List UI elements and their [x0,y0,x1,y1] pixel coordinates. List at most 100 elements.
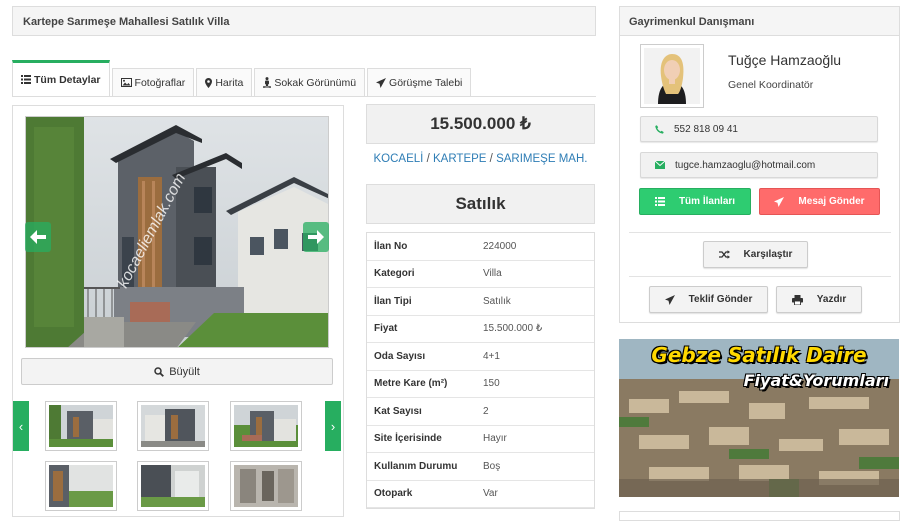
thumbnail[interactable] [137,461,209,511]
email-address: tugce.hamzaoglu@hotmail.com [675,159,816,171]
compare-label: Karşılaştır [743,249,793,260]
breadcrumb-separator: / [489,153,493,165]
thumbnail[interactable] [137,401,209,451]
send-offer-button[interactable]: Teklif Gönder [649,286,768,313]
envelope-icon [655,161,665,169]
advisor-role: Genel Koordinatör [728,79,814,91]
send-icon [774,196,785,207]
divider [629,276,891,277]
location-district[interactable]: KARTEPE [433,153,486,165]
tab-label: Sokak Görünümü [274,76,357,89]
ad-headline: Gebze Satılık Daire [651,343,867,367]
phone-number: 552 818 09 41 [674,123,738,135]
phone-contact[interactable]: 552 818 09 41 [640,116,878,142]
shuffle-icon [718,250,730,259]
send-icon [376,77,387,88]
send-icon [664,294,675,305]
detail-value: Var [483,488,498,500]
location-neighborhood[interactable]: SARIMEŞE MAH. [496,153,587,165]
detail-value: Boş [483,460,501,472]
tab-map[interactable]: Harita [196,68,253,96]
listing-title: Kartepe Sarımeşe Mahallesi Satılık Villa [12,6,596,36]
compare-button[interactable]: Karşılaştır [703,241,808,268]
tab-street-view[interactable]: Sokak Görünümü [254,68,366,96]
thumbs-prev-button[interactable]: ‹ [13,401,29,451]
detail-value: Villa [483,268,502,280]
detail-value: Hayır [483,433,507,445]
details-table: İlan No 224000 Kategori Villa İlan Tipi Sat… [366,232,595,509]
detail-key: Kullanım Durumu [374,460,458,472]
thumbs-next-button[interactable]: › [325,401,341,451]
avatar[interactable] [640,44,704,108]
send-message-button[interactable]: Mesaj Gönder [759,188,880,215]
list-icon [21,75,31,84]
photo-next-button[interactable] [303,222,329,252]
search-icon [154,366,165,377]
detail-row: Fiyat 15.500.000 ₺ [367,316,594,343]
arrow-left-icon [30,230,46,244]
tab-label: Tüm Detaylar [34,73,101,86]
advisor-name: Tuğçe Hamzaoğlu [728,52,842,68]
tab-label: Görüşme Talebi [389,76,463,89]
thumbnail[interactable] [45,401,117,451]
ad-banner[interactable]: Gebze Satılık Daire Fiyat&Yorumları [619,339,899,497]
detail-key: Otopark [374,488,413,500]
print-icon [791,294,803,305]
chevron-right-icon: › [330,418,336,434]
photo-prev-button[interactable] [25,222,51,252]
chevron-left-icon: ‹ [18,418,24,434]
send-message-label: Mesaj Gönder [798,196,865,207]
thumbnail[interactable] [230,401,302,451]
print-button[interactable]: Yazdır [776,286,862,313]
main-photo[interactable]: kocaeliemlak.com [25,116,329,348]
tab-bar: Tüm Detaylar Fotoğraflar Harita Sokak Gö… [12,60,473,96]
detail-key: Metre Kare (m²) [374,378,448,390]
detail-key: İlan Tipi [374,295,412,307]
street-view-icon [263,77,272,88]
map-marker-icon [205,77,213,88]
listing-status: Satılık [366,184,595,224]
detail-row: İlan No 224000 [367,233,594,261]
all-listings-label: Tüm İlanları [678,196,736,207]
detail-value: 15.500.000 ₺ [483,323,543,335]
tab-meeting-request[interactable]: Görüşme Talebi [367,68,472,96]
detail-row: Oda Sayısı 4+1 [367,343,594,371]
detail-row: Kat Sayısı 2 [367,398,594,426]
list-icon [654,197,665,206]
detail-row: Kullanım Durumu Boş [367,453,594,481]
divider [629,232,891,233]
detail-row: Otopark Var [367,481,594,508]
all-listings-button[interactable]: Tüm İlanları [639,188,751,215]
detail-row: İlan Tipi Satılık [367,288,594,316]
thumbnail[interactable] [230,461,302,511]
detail-row: Kategori Villa [367,261,594,288]
detail-value: 224000 [483,240,517,252]
tab-label: Harita [215,76,244,89]
tab-all-details[interactable]: Tüm Detaylar [12,60,110,96]
location-city[interactable]: KOCAELİ [374,153,424,165]
detail-value: 4+1 [483,350,500,362]
detail-value: Satılık [483,295,511,307]
enlarge-label: Büyült [169,365,200,378]
arrow-right-icon [308,230,324,244]
price: 15.500.000 ₺ [366,104,595,144]
enlarge-button[interactable]: Büyült [21,358,333,385]
location-breadcrumb: KOCAELİ / KARTEPE / SARIMEŞE MAH. [366,153,595,165]
send-offer-label: Teklif Gönder [688,294,753,305]
breadcrumb-separator: / [426,153,430,165]
email-contact[interactable]: tugce.hamzaoglu@hotmail.com [640,152,878,178]
detail-key: Site İçerisinde [374,433,442,445]
detail-key: Kategori [374,268,415,280]
tab-label: Fotoğraflar [134,76,186,89]
detail-value: 2 [483,405,489,417]
detail-row: Site İçerisinde Hayır [367,426,594,453]
print-label: Yazdır [816,294,847,305]
ad-subheadline: Fiyat&Yorumları [743,371,889,390]
phone-icon [655,124,664,134]
detail-key: Fiyat [374,323,398,335]
tab-photos[interactable]: Fotoğraflar [111,68,195,96]
thumbnail[interactable] [45,461,117,511]
tab-divider [12,96,596,97]
image-icon [120,78,132,87]
next-panel [619,511,900,521]
